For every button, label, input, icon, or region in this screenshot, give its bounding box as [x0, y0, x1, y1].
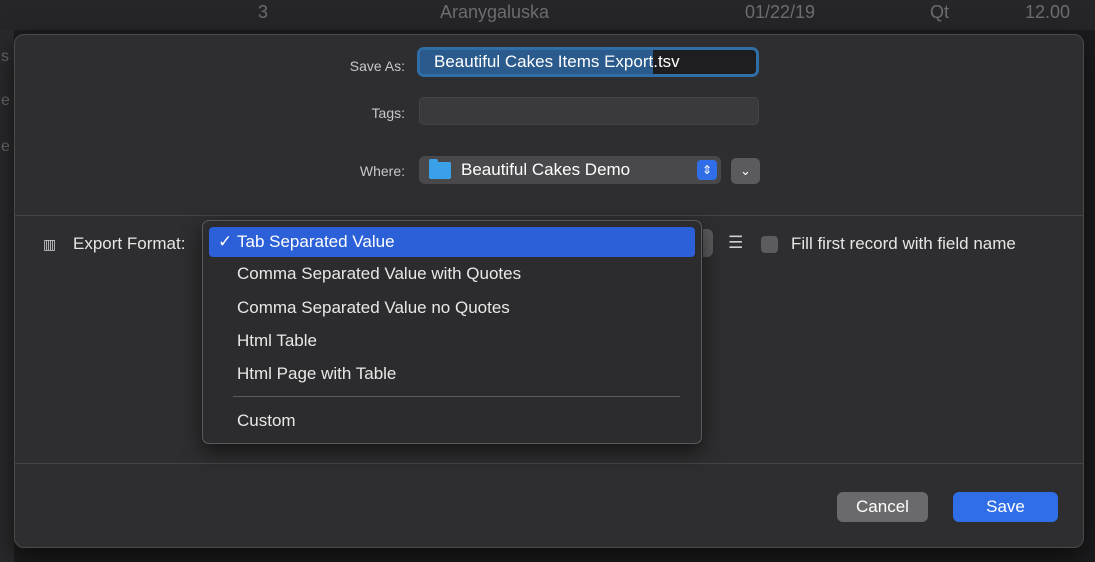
row-name: Aranygaluska	[440, 2, 550, 22]
menu-item-html-table[interactable]: Html Table	[209, 326, 695, 356]
where-popup[interactable]: Beautiful Cakes Demo ⇕	[419, 156, 721, 184]
cancel-button[interactable]: Cancel	[837, 492, 928, 522]
edge-letter: s	[1, 48, 9, 65]
menu-item-label: Custom	[237, 411, 296, 430]
menu-item-label: Html Page with Table	[237, 364, 397, 383]
export-format-label: Export Format:	[73, 234, 186, 253]
background-edge: s e e	[0, 30, 14, 562]
checkmark-icon: ✓	[218, 232, 233, 251]
menu-item-csv-quotes[interactable]: Comma Separated Value with Quotes	[209, 259, 695, 289]
background-table-row: 3 Aranygaluska 01/22/19 Qt 12.00	[0, 0, 1095, 30]
filename-field[interactable]: Beautiful Cakes Items Export.tsv	[417, 47, 759, 77]
where-value: Beautiful Cakes Demo	[461, 160, 631, 179]
fill-first-record-label: Fill first record with field name	[791, 234, 1016, 253]
where-label: Where:	[359, 163, 405, 179]
filename-selected-text: Beautiful Cakes Items Export	[420, 50, 654, 74]
chevron-down-icon: ⌄	[740, 163, 751, 178]
edge-letter: e	[1, 92, 10, 109]
edge-letter: e	[1, 138, 10, 155]
row-unit: Qt	[930, 2, 950, 22]
menu-separator	[233, 396, 680, 397]
divider	[15, 463, 1083, 464]
columns-icon: ▥	[43, 236, 57, 252]
list-icon[interactable]: ☰	[728, 233, 743, 253]
export-format-menu: ✓ Tab Separated Value Comma Separated Va…	[202, 220, 702, 444]
tags-label: Tags:	[371, 105, 405, 121]
menu-item-label: Comma Separated Value no Quotes	[237, 298, 510, 317]
fill-first-record-checkbox[interactable]	[761, 236, 778, 253]
row-index: 3	[258, 2, 269, 22]
tags-field[interactable]	[419, 97, 759, 125]
save-as-label: Save As:	[349, 58, 405, 74]
menu-item-html-page[interactable]: Html Page with Table	[209, 359, 695, 389]
save-button[interactable]: Save	[953, 492, 1058, 522]
row-date: 01/22/19	[745, 2, 816, 22]
export-format-popup[interactable]	[703, 229, 713, 257]
expand-button[interactable]: ⌄	[731, 158, 760, 184]
menu-item-csv-no-quotes[interactable]: Comma Separated Value no Quotes	[209, 293, 695, 323]
menu-item-label: Html Table	[237, 331, 317, 350]
filename-extension: .tsv	[653, 52, 680, 71]
menu-item-custom[interactable]: Custom	[209, 406, 695, 436]
row-amount: 12.00	[1025, 2, 1071, 22]
menu-item-tab-separated[interactable]: ✓ Tab Separated Value	[209, 227, 695, 257]
folder-icon	[429, 159, 451, 179]
menu-item-label: Comma Separated Value with Quotes	[237, 264, 522, 283]
up-down-chevron-icon: ⇕	[697, 160, 717, 180]
divider	[15, 215, 1083, 216]
menu-item-label: Tab Separated Value	[237, 232, 395, 251]
